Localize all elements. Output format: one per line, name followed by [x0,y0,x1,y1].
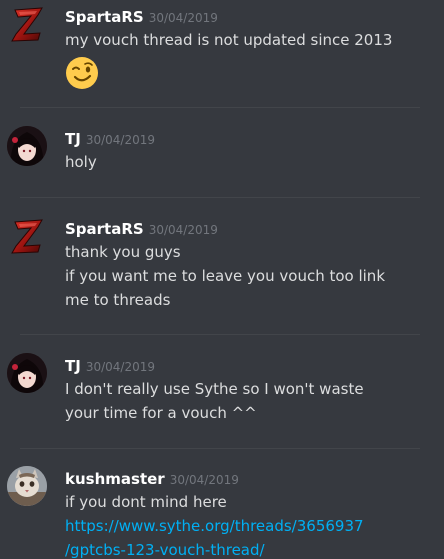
message-group: TJ 30/04/2019 holy [0,122,444,192]
message-author[interactable]: SpartaRS [65,8,144,26]
message-text: me to threads [65,291,171,309]
message-text: I don't really use Sythe so I won't wast… [65,380,364,398]
message-link[interactable]: /gptcbs-123-vouch-thread/ [65,538,436,559]
message-divider [20,107,420,108]
message-group: SpartaRS 30/04/2019 thank you guys if you… [0,212,444,322]
message-timestamp[interactable]: 30/04/2019 [170,473,239,487]
message-author[interactable]: TJ [65,130,81,148]
message-divider [20,448,420,449]
message-author[interactable]: kushmaster [65,470,165,488]
winking-face-emoji[interactable] [65,56,99,90]
red-z-logo-icon [11,7,43,42]
message-link[interactable]: https://www.sythe.org/threads/3656937 [65,514,436,538]
message-timestamp[interactable]: 30/04/2019 [149,11,218,25]
chat-messages: SpartaRS 30/04/2019 my vouch thread is no… [0,0,444,559]
message-text: thank you guys [65,243,181,261]
avatar[interactable] [7,466,47,506]
anime-character-avatar-icon [7,126,47,166]
message-text: if you dont mind here [65,493,227,511]
message-text: your time for a vouch ^^ [65,404,257,422]
red-z-logo-icon [11,219,43,254]
avatar[interactable] [7,4,47,44]
message-timestamp[interactable]: 30/04/2019 [149,223,218,237]
message-author[interactable]: SpartaRS [65,220,144,238]
message-text: if you want me to leave you vouch too li… [65,267,386,285]
anime-character-avatar-icon [7,353,47,393]
message-group: kushmaster 30/04/2019 if you dont mind he… [0,462,444,559]
cat-avatar-icon [7,466,47,506]
message-timestamp[interactable]: 30/04/2019 [86,360,155,374]
avatar[interactable] [7,353,47,393]
message-text: holy [65,153,97,171]
avatar[interactable] [7,216,47,256]
avatar[interactable] [7,126,47,166]
message-text: my vouch thread is not updated since 201… [65,31,393,49]
message-divider [20,334,420,335]
message-group: SpartaRS 30/04/2019 my vouch thread is no… [0,0,444,100]
message-divider [20,197,420,198]
message-author[interactable]: TJ [65,357,81,375]
message-timestamp[interactable]: 30/04/2019 [86,133,155,147]
message-group: TJ 30/04/2019 I don't really use Sythe so… [0,349,444,444]
